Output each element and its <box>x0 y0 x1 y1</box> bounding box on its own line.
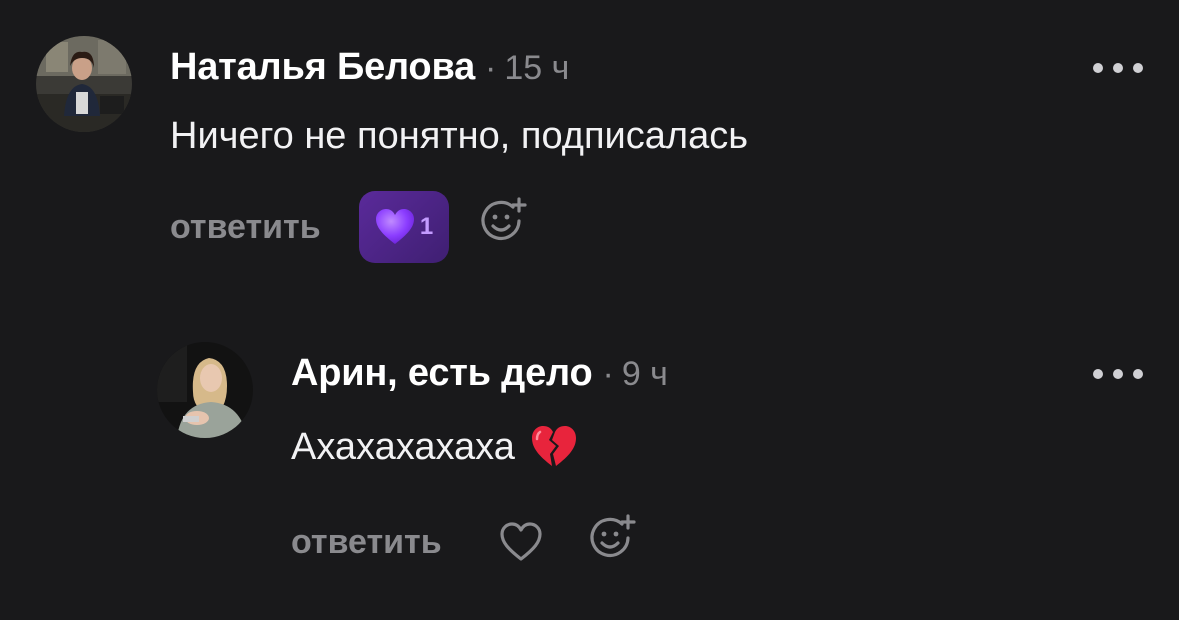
more-dot-icon <box>1093 369 1103 379</box>
purple-heart-icon <box>375 209 414 244</box>
more-dot-icon <box>1133 63 1143 73</box>
reaction-count: 1 <box>419 213 434 240</box>
like-button[interactable] <box>498 521 544 563</box>
reply-button[interactable]: ответить <box>170 208 321 247</box>
more-options-button[interactable] <box>1093 362 1143 386</box>
add-reaction-button[interactable] <box>588 514 636 562</box>
more-dot-icon <box>1113 63 1123 73</box>
more-options-button[interactable] <box>1093 56 1143 80</box>
separator-dot: · <box>602 355 614 393</box>
blonde-woman-avatar-image <box>157 342 253 438</box>
comment-header: Наталья Белова · 15 ч <box>170 46 569 89</box>
more-dot-icon <box>1093 63 1103 73</box>
timestamp: 15 ч <box>504 49 570 87</box>
author-name[interactable]: Арин, есть дело <box>291 352 593 395</box>
reaction-badge[interactable]: 1 <box>358 191 449 263</box>
comment-actions: ответить <box>291 512 636 572</box>
add-emoji-icon <box>590 514 636 558</box>
broken-heart-icon <box>529 422 579 472</box>
comment-text: Ахахахахаха <box>291 422 579 472</box>
separator-dot: · <box>485 49 497 87</box>
avatar[interactable] <box>36 36 132 132</box>
comment: Наталья Белова · 15 ч Ничего не понятно,… <box>0 0 1179 300</box>
comment-text-content: Ахахахахаха <box>291 425 515 468</box>
avatar[interactable] <box>157 342 253 438</box>
comment-reply: Арин, есть дело · 9 ч Ахахахахаха ответи… <box>0 300 1179 620</box>
reply-button[interactable]: ответить <box>291 523 442 562</box>
add-emoji-icon <box>481 197 527 241</box>
author-name[interactable]: Наталья Белова <box>170 46 475 89</box>
add-reaction-button[interactable] <box>479 197 527 245</box>
comments-thread: Наталья Белова · 15 ч Ничего не понятно,… <box>0 0 1179 620</box>
comment-header: Арин, есть дело · 9 ч <box>291 352 668 395</box>
comment-actions: ответить 1 <box>170 190 527 264</box>
woman-in-office-avatar-image <box>36 36 132 132</box>
heart-outline-icon <box>499 522 542 561</box>
comment-text: Ничего не понятно, подписалась <box>170 115 748 157</box>
more-dot-icon <box>1113 369 1123 379</box>
more-dot-icon <box>1133 369 1143 379</box>
timestamp: 9 ч <box>621 355 668 393</box>
